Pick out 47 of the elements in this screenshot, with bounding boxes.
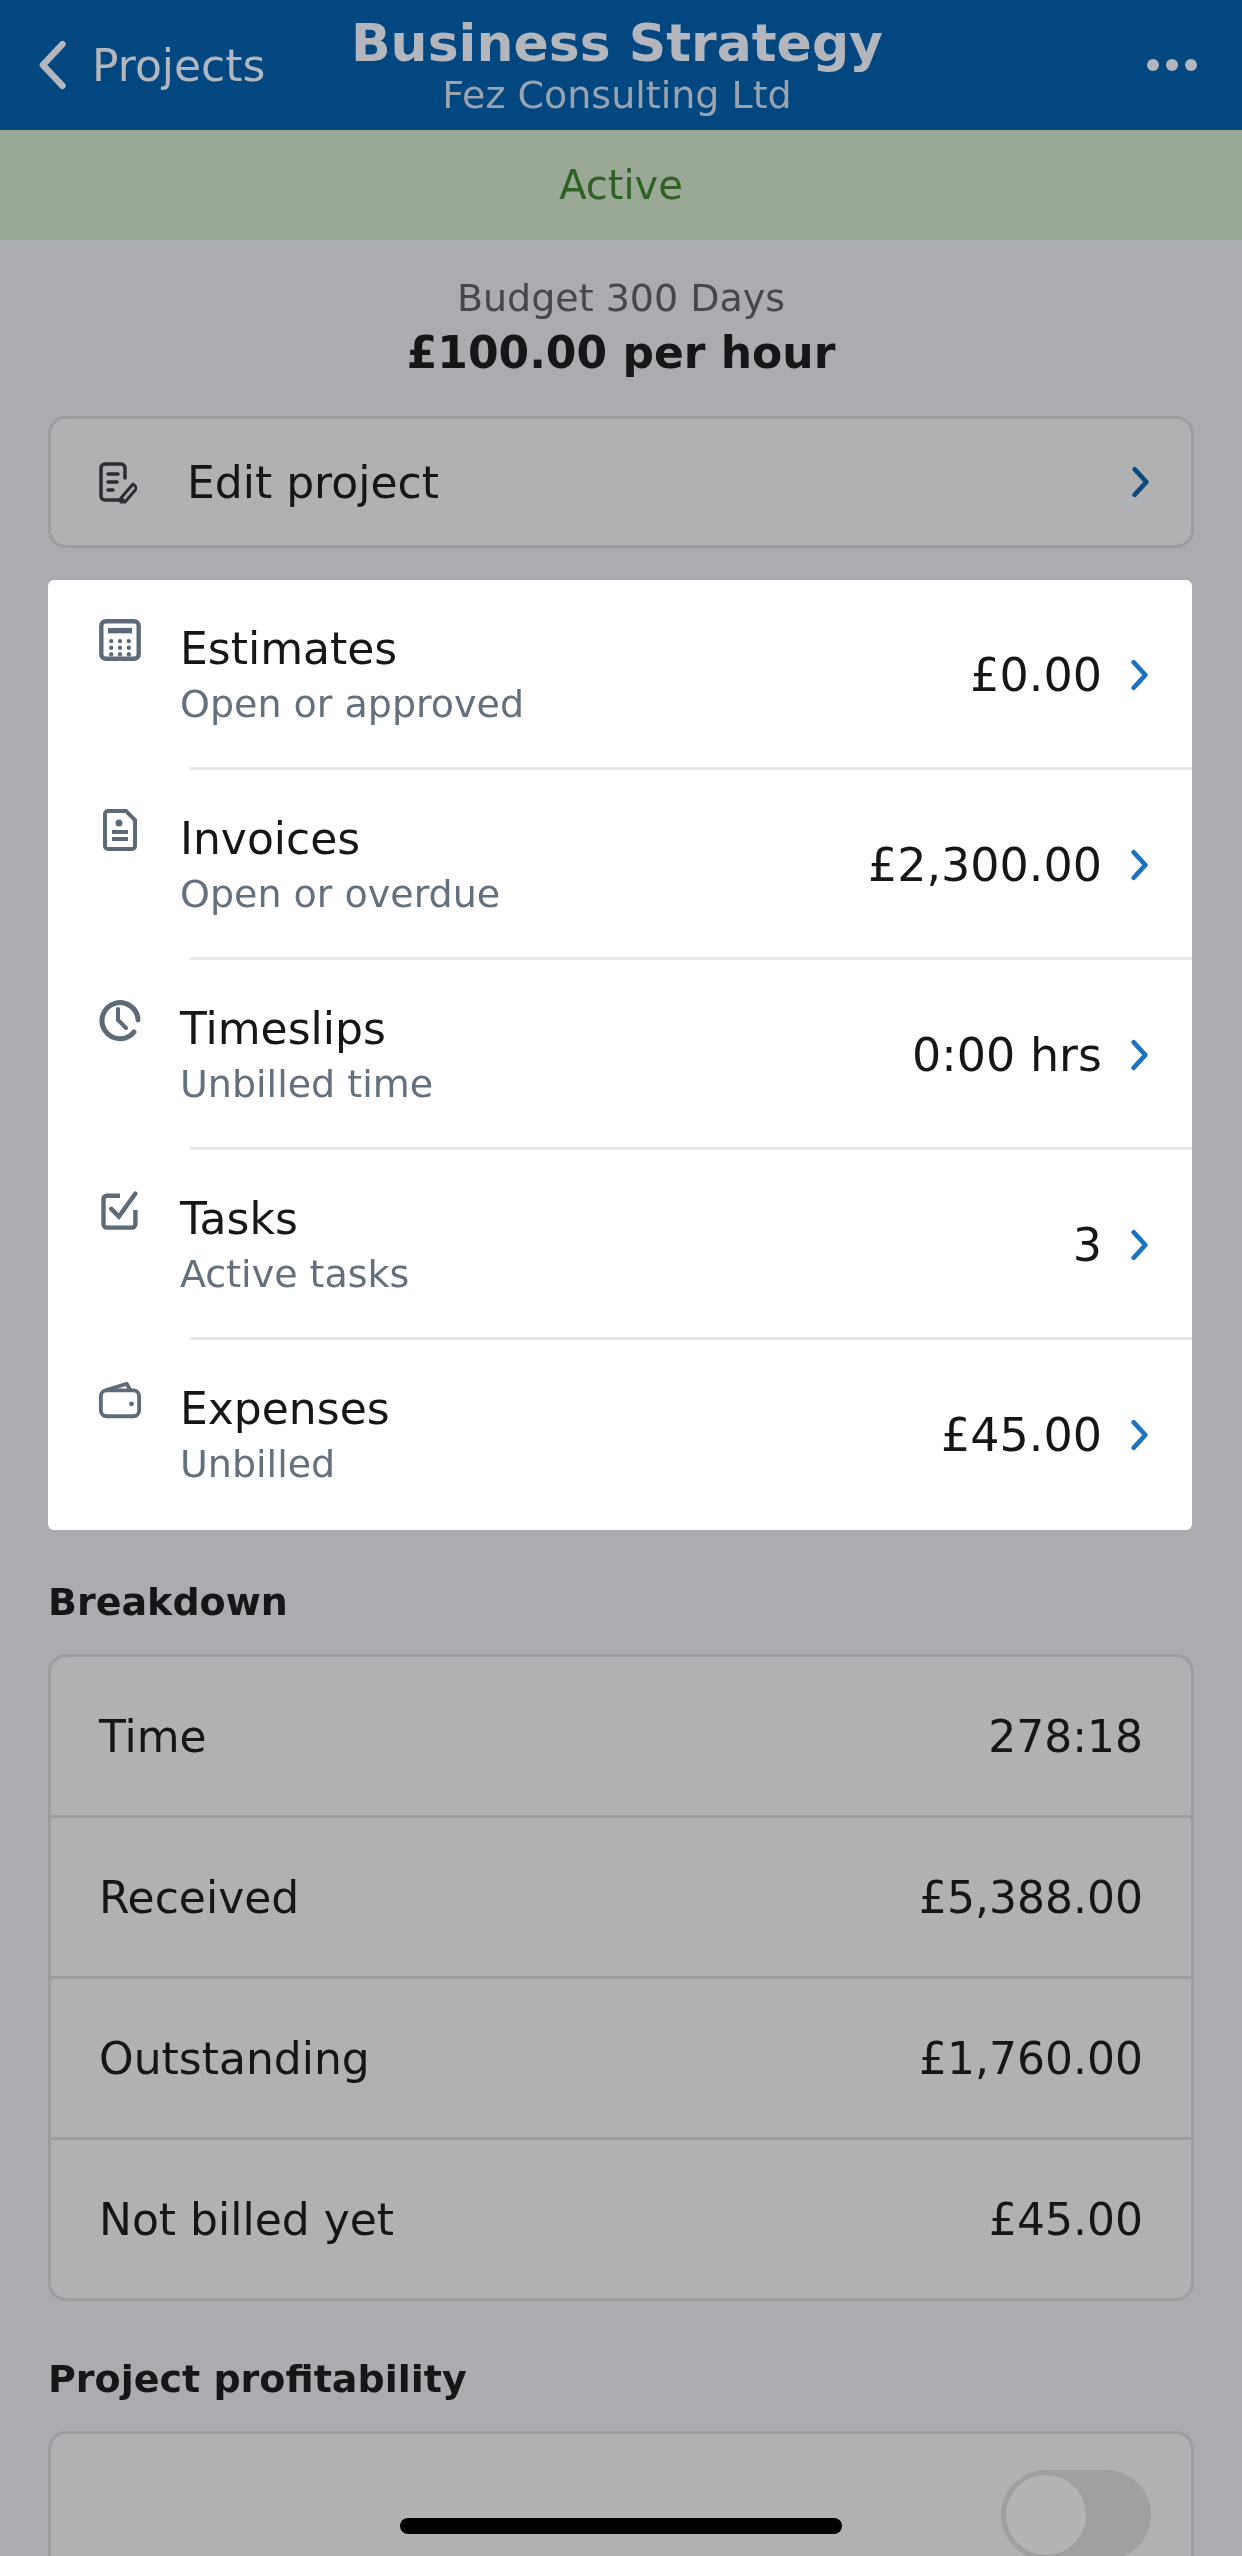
breakdown-label: Time bbox=[99, 1710, 207, 1762]
client-name: Fez Consulting Ltd bbox=[442, 73, 792, 117]
project-title: Business Strategy bbox=[351, 13, 883, 73]
calculator-icon bbox=[98, 618, 142, 662]
summary-row[interactable]: Expenses Unbilled £45.00 bbox=[48, 1340, 1192, 1530]
row-title: Invoices bbox=[180, 812, 362, 866]
breakdown-label: Not billed yet bbox=[99, 2193, 395, 2245]
row-subtitle: Unbilled time bbox=[180, 1061, 435, 1108]
hourly-rate: £100.00 per hour bbox=[406, 326, 836, 380]
row-title: Expenses bbox=[180, 1382, 391, 1436]
section-heading: Project profitability bbox=[48, 2356, 468, 2403]
row-subtitle: Open or approved bbox=[180, 681, 526, 728]
row-subtitle: Unbilled bbox=[180, 1441, 337, 1488]
section-heading: Breakdown bbox=[48, 1579, 289, 1626]
breakdown-value: £45.00 bbox=[989, 2193, 1143, 2245]
chevron-icon bbox=[1128, 1228, 1150, 1262]
row-value: £0.00 bbox=[970, 648, 1102, 702]
clock-icon bbox=[98, 998, 142, 1042]
breakdown-value: 278:18 bbox=[988, 1710, 1143, 1762]
row-value: £45.00 bbox=[941, 1408, 1102, 1462]
chevron-icon bbox=[1129, 465, 1151, 499]
budget-text: Budget 300 Days bbox=[456, 275, 786, 322]
summary-row[interactable]: Tasks Active tasks 3 bbox=[48, 1150, 1192, 1340]
row-title: Estimates bbox=[180, 622, 399, 676]
row-value: £2,300.00 bbox=[867, 838, 1102, 892]
back-button[interactable]: Projects bbox=[36, 39, 336, 91]
summary-row[interactable]: Estimates Open or approved £0.00 bbox=[48, 580, 1192, 770]
row-subtitle: Active tasks bbox=[180, 1251, 411, 1298]
summary-row[interactable]: Timeslips Unbilled time 0:00 hrs bbox=[48, 960, 1192, 1150]
summary-row[interactable]: Invoices Open or overdue £2,300.00 bbox=[48, 770, 1192, 960]
row-title: Timeslips bbox=[180, 1002, 387, 1056]
chevron-icon bbox=[1128, 1038, 1150, 1072]
status-label: Active bbox=[559, 162, 683, 208]
row-title: Tasks bbox=[180, 1192, 299, 1246]
row-value: 3 bbox=[1072, 1218, 1102, 1272]
edit-project-button[interactable]: Edit project bbox=[48, 416, 1194, 548]
chevron-icon bbox=[1128, 658, 1150, 692]
breakdown-value: £5,388.00 bbox=[919, 1871, 1143, 1923]
chevron-icon bbox=[1128, 1418, 1150, 1452]
breakdown-value: £1,760.00 bbox=[919, 2032, 1143, 2084]
row-value: 0:00 hrs bbox=[912, 1028, 1102, 1082]
more-icon bbox=[1146, 58, 1198, 72]
breakdown-label: Received bbox=[99, 1871, 300, 1923]
edit-document-icon bbox=[97, 460, 137, 504]
row-subtitle: Open or overdue bbox=[180, 871, 502, 918]
breakdown-label: Outstanding bbox=[99, 2032, 370, 2084]
chevron-icon bbox=[1128, 848, 1150, 882]
